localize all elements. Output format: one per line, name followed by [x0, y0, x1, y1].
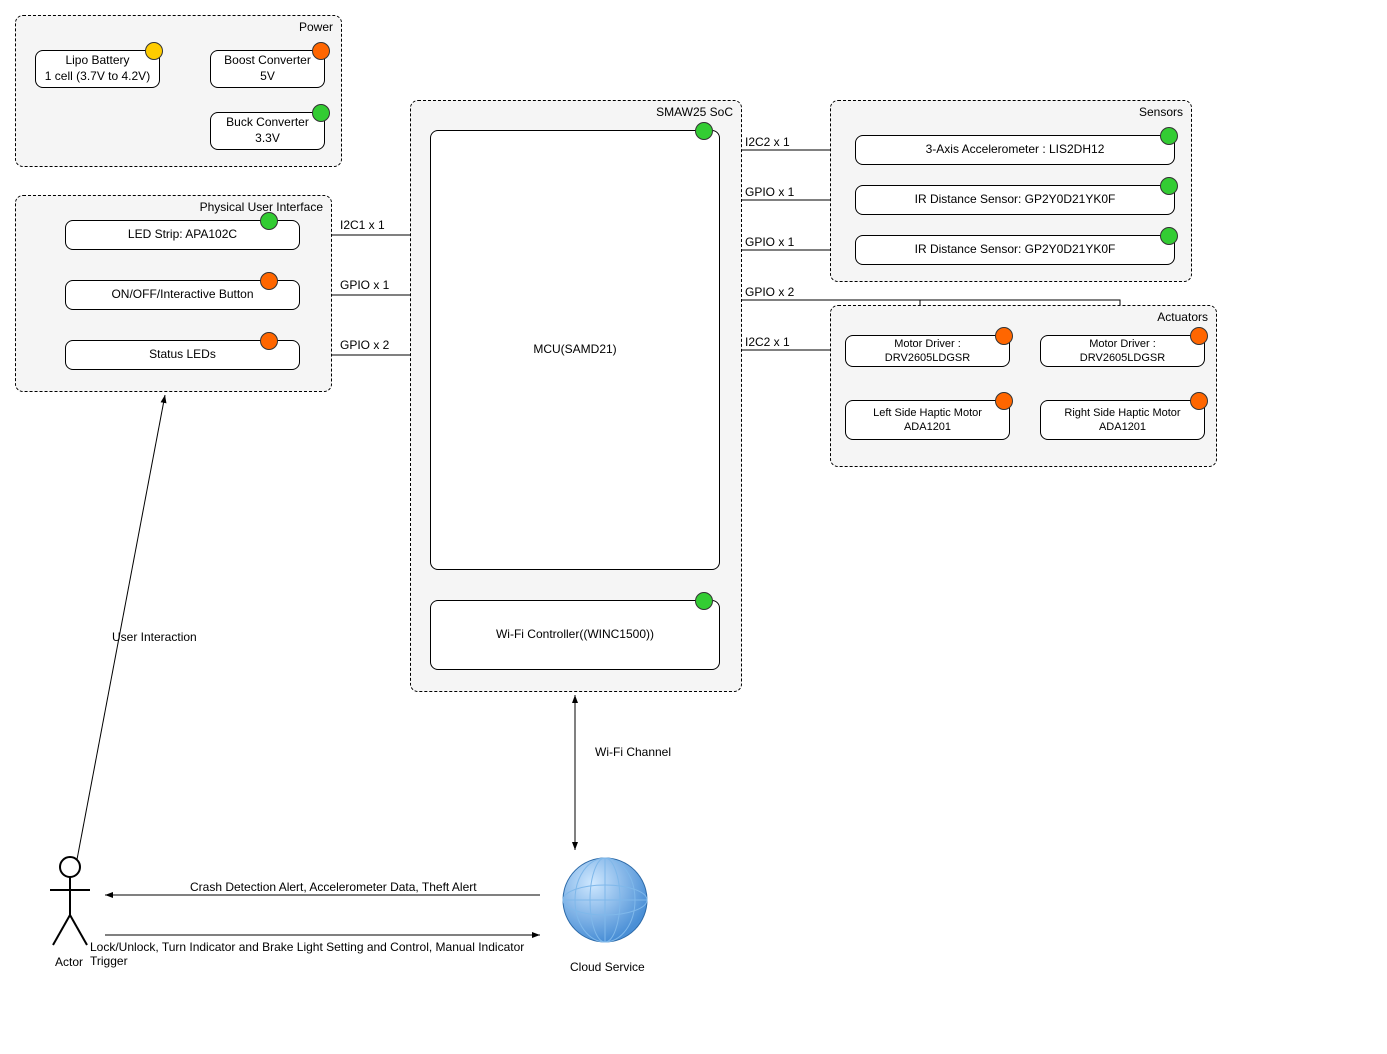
- dot-lm: [995, 392, 1013, 410]
- status-label: Status LEDs: [149, 347, 216, 363]
- lipo-l1: Lipo Battery: [65, 53, 129, 69]
- cloud-label: Cloud Service: [570, 960, 645, 974]
- group-sensors-title: Sensors: [1139, 105, 1183, 119]
- box-md1: Motor Driver : DRV2605LDGSR: [845, 335, 1010, 367]
- box-accel: 3-Axis Accelerometer : LIS2DH12: [855, 135, 1175, 165]
- md1-label: Motor Driver : DRV2605LDGSR: [850, 337, 1005, 366]
- dot-ir2: [1160, 227, 1178, 245]
- dot-boost: [312, 42, 330, 60]
- group-power-title: Power: [299, 20, 333, 34]
- boost-l1: Boost Converter: [224, 53, 311, 69]
- label-gpio2b: GPIO x 2: [745, 285, 794, 299]
- rm-l2: ADA1201: [1099, 420, 1146, 434]
- accel-label: 3-Axis Accelerometer : LIS2DH12: [926, 142, 1105, 158]
- box-buck: Buck Converter 3.3V: [210, 112, 325, 150]
- dot-button: [260, 272, 278, 290]
- label-down: Lock/Unlock, Turn Indicator and Brake Li…: [90, 940, 560, 968]
- dot-wifi: [695, 592, 713, 610]
- boost-l2: 5V: [260, 69, 275, 85]
- button-label: ON/OFF/Interactive Button: [111, 287, 253, 303]
- label-i2c1: I2C1 x 1: [340, 218, 385, 232]
- label-up: Crash Detection Alert, Accelerometer Dat…: [190, 880, 590, 894]
- label-gpio1b: GPIO x 1: [745, 185, 794, 199]
- label-i2c2b: I2C2 x 1: [745, 335, 790, 349]
- dot-mcu: [695, 122, 713, 140]
- label-gpio2a: GPIO x 2: [340, 338, 389, 352]
- dot-ir1: [1160, 177, 1178, 195]
- lm-l2: ADA1201: [904, 420, 951, 434]
- group-actuators: Actuators: [830, 305, 1217, 467]
- dot-buck: [312, 104, 330, 122]
- label-gpio1c: GPIO x 1: [745, 235, 794, 249]
- md2-label: Motor Driver : DRV2605LDGSR: [1045, 337, 1200, 366]
- diagram-canvas: Power Lipo Battery 1 cell (3.7V to 4.2V)…: [0, 0, 1387, 1054]
- dot-status: [260, 332, 278, 350]
- group-pui-title: Physical User Interface: [200, 200, 323, 214]
- box-ir1: IR Distance Sensor: GP2Y0D21YK0F: [855, 185, 1175, 215]
- dot-accel: [1160, 127, 1178, 145]
- dot-rm: [1190, 392, 1208, 410]
- ir1-label: IR Distance Sensor: GP2Y0D21YK0F: [915, 192, 1116, 208]
- group-soc-title: SMAW25 SoC: [656, 105, 733, 119]
- box-wifi: Wi-Fi Controller((WINC1500)): [430, 600, 720, 670]
- box-mcu: MCU(SAMD21): [430, 130, 720, 570]
- dot-led: [260, 212, 278, 230]
- box-boost: Boost Converter 5V: [210, 50, 325, 88]
- rm-l1: Right Side Haptic Motor: [1064, 406, 1180, 420]
- ir2-label: IR Distance Sensor: GP2Y0D21YK0F: [915, 242, 1116, 258]
- box-lm: Left Side Haptic Motor ADA1201: [845, 400, 1010, 440]
- wifi-label: Wi-Fi Controller((WINC1500)): [496, 627, 654, 643]
- led-strip-label: LED Strip: APA102C: [128, 227, 237, 243]
- box-lipo: Lipo Battery 1 cell (3.7V to 4.2V): [35, 50, 160, 88]
- box-rm: Right Side Haptic Motor ADA1201: [1040, 400, 1205, 440]
- mcu-label: MCU(SAMD21): [533, 342, 616, 358]
- label-i2c2a: I2C2 x 1: [745, 135, 790, 149]
- lipo-l2: 1 cell (3.7V to 4.2V): [45, 69, 150, 85]
- dot-md1: [995, 327, 1013, 345]
- actor-label: Actor: [55, 955, 83, 969]
- label-userint: User Interaction: [112, 630, 197, 644]
- dot-md2: [1190, 327, 1208, 345]
- buck-l1: Buck Converter: [226, 115, 309, 131]
- label-gpio1a: GPIO x 1: [340, 278, 389, 292]
- box-ir2: IR Distance Sensor: GP2Y0D21YK0F: [855, 235, 1175, 265]
- label-wifich: Wi-Fi Channel: [595, 745, 671, 759]
- box-md2: Motor Driver : DRV2605LDGSR: [1040, 335, 1205, 367]
- group-actuators-title: Actuators: [1157, 310, 1208, 324]
- buck-l2: 3.3V: [255, 131, 280, 147]
- lm-l1: Left Side Haptic Motor: [873, 406, 982, 420]
- dot-lipo: [145, 42, 163, 60]
